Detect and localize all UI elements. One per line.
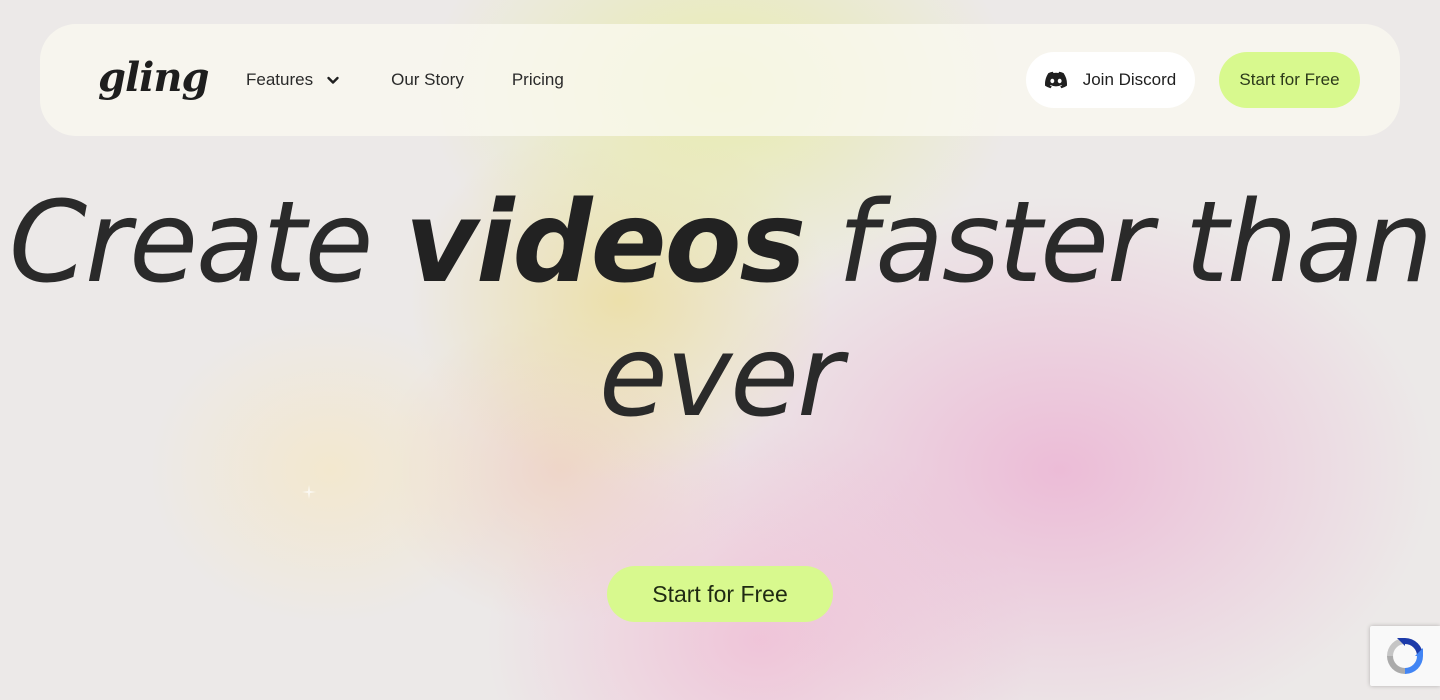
start-for-free-nav-button[interactable]: Start for Free <box>1219 52 1360 108</box>
join-discord-label: Join Discord <box>1082 70 1177 89</box>
sparkle-icon <box>302 485 316 499</box>
join-discord-button[interactable]: Join Discord <box>1026 52 1195 108</box>
recaptcha-icon <box>1387 638 1423 674</box>
hero-headline-bold: videos <box>405 178 806 308</box>
nav-link-features-label: Features <box>246 70 314 89</box>
chevron-down-icon <box>327 76 339 84</box>
nav-links: Features Our Story Pricing <box>246 24 564 136</box>
top-navbar: gling Features Our Story Pricing Join Di… <box>40 24 1400 136</box>
discord-icon <box>1044 71 1067 89</box>
nav-link-our-story[interactable]: Our Story <box>391 70 464 90</box>
hero-headline: Create videos faster than ever <box>0 176 1440 444</box>
start-for-free-hero-button[interactable]: Start for Free <box>607 566 833 622</box>
nav-link-pricing[interactable]: Pricing <box>512 70 564 90</box>
recaptcha-badge[interactable] <box>1370 626 1440 686</box>
gling-logo[interactable]: gling <box>98 54 209 102</box>
nav-link-features[interactable]: Features <box>246 70 341 90</box>
hero-headline-part1: Create <box>8 178 406 308</box>
